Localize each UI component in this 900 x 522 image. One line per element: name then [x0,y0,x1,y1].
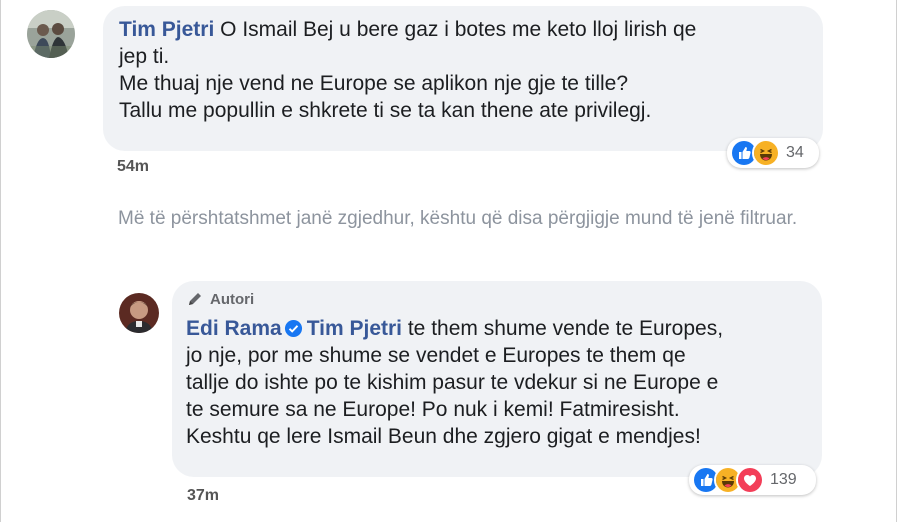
comment-line: Keshtu qe lere Ismail Beun dhe zgjero gi… [186,425,701,448]
reactions-summary[interactable]: 139 [689,465,816,495]
comment-bubble-edi-rama: Autori Edi Rama Tim Pjetri te them shume … [172,281,822,477]
comment-author[interactable]: Edi Rama [186,317,282,340]
reaction-count: 139 [770,471,797,488]
comment-line: jo nje, por me shume se vendet e Europes… [186,344,686,367]
comment-text: Tim Pjetri O Ismail Bej u bere gaz i bot… [119,16,807,124]
comment-bubble-tim-pjetri: Tim Pjetri O Ismail Bej u bere gaz i bot… [103,6,823,151]
comment-text-first-line: O Ismail Bej u bere gaz i botes me keto … [214,18,697,41]
author-badge-label: Autori [210,290,255,308]
filter-notice: Më të përshtatshmet janë zgjedhur, kësht… [118,208,798,229]
haha-icon [752,139,780,167]
comment-line: te semure sa ne Europe! Po nuk i kemi! F… [186,398,680,421]
mention-link[interactable]: Tim Pjetri [307,317,402,340]
love-icon [736,466,764,494]
comment-text-first-line: te them shume vende te Europes, [402,317,724,340]
reactions-summary[interactable]: 34 [727,138,819,168]
comment-line: jep ti. [119,45,170,68]
comment-timestamp[interactable]: 37m [187,487,219,505]
comment-line: Me thuaj nje vend ne Europe se aplikon n… [119,72,629,95]
comment-text: Edi Rama Tim Pjetri te them shume vende t… [186,315,808,450]
author-badge: Autori [186,289,808,309]
frame-border-right [896,0,897,522]
comment-line: tallje do ishte po te kishim pasur te vd… [186,371,719,394]
comment-author[interactable]: Tim Pjetri [119,18,214,41]
verified-badge-icon [284,318,303,338]
comment-line: Tallu me popullin e shkrete ti se ta kan… [119,99,652,122]
avatar-tim-pjetri[interactable] [27,10,75,58]
frame-border-left [0,0,1,522]
reaction-count: 34 [786,144,804,161]
comment-timestamp[interactable]: 54m [117,158,149,176]
avatar-edi-rama[interactable] [119,293,159,333]
pen-icon [186,290,204,308]
